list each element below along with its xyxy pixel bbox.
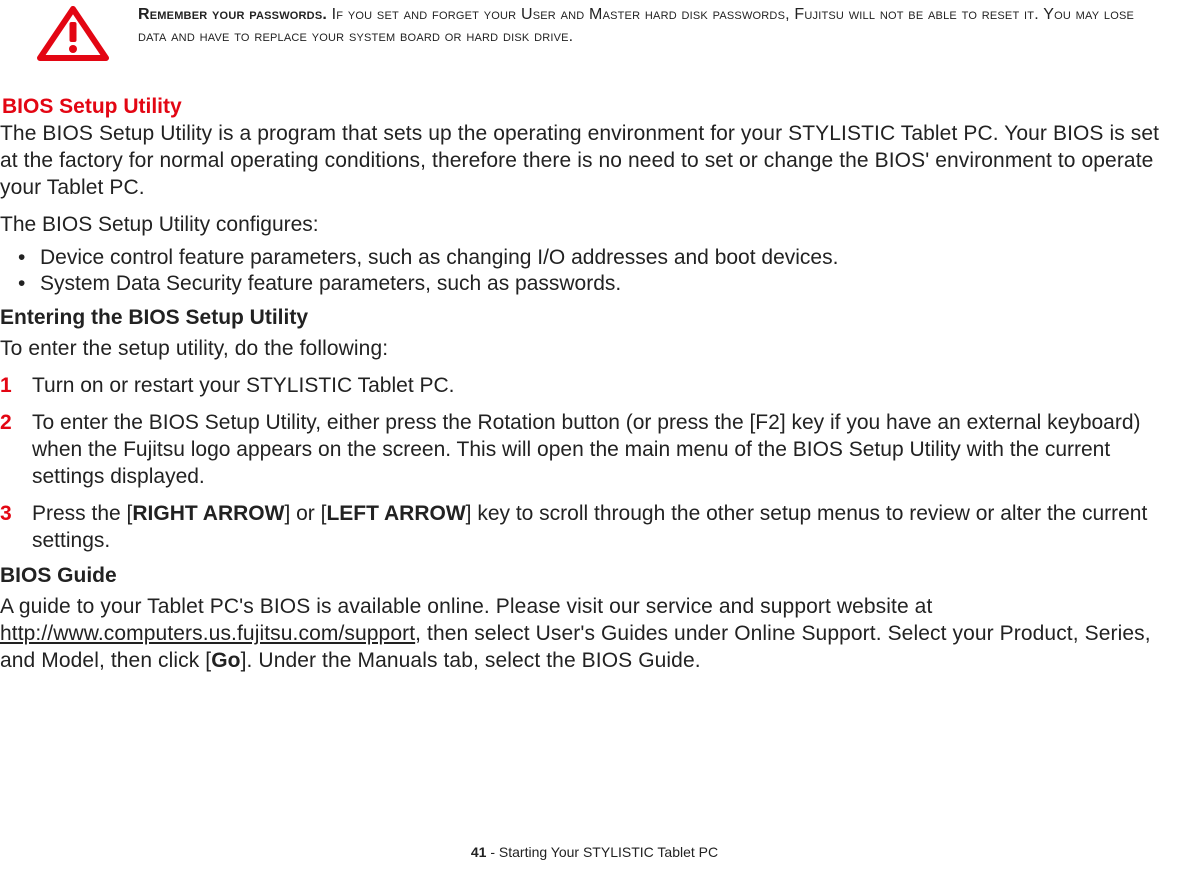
configures-intro: The BIOS Setup Utility configures:: [0, 212, 1179, 239]
footer-title: - Starting Your STYLISTIC Tablet PC: [486, 844, 718, 860]
step-number: 2: [0, 410, 24, 437]
warning-lead: Remember your passwords.: [138, 6, 327, 23]
guide-pre: A guide to your Tablet PC's BIOS is avai…: [0, 595, 932, 618]
steps-list: 1 Turn on or restart your STYLISTIC Tabl…: [0, 373, 1179, 554]
configures-list: Device control feature parameters, such …: [0, 245, 1179, 299]
page-number: 41: [471, 844, 487, 860]
intro-paragraph: The BIOS Setup Utility is a program that…: [0, 121, 1179, 202]
left-arrow-label: LEFT ARROW: [326, 502, 465, 525]
guide-post: ]. Under the Manuals tab, select the BIO…: [241, 649, 701, 672]
page-footer: 41 - Starting Your STYLISTIC Tablet PC: [0, 844, 1189, 860]
entering-intro: To enter the setup utility, do the follo…: [0, 336, 1179, 363]
go-label: Go: [211, 649, 240, 672]
warning-text: Remember your passwords. If you set and …: [138, 4, 1159, 47]
step-text: Turn on or restart your STYLISTIC Tablet…: [32, 374, 455, 397]
right-arrow-label: RIGHT ARROW: [132, 502, 284, 525]
step-number: 3: [0, 501, 24, 528]
bios-guide-paragraph: A guide to your Tablet PC's BIOS is avai…: [0, 594, 1179, 675]
step-item: 1 Turn on or restart your STYLISTIC Tabl…: [0, 373, 1179, 400]
page: Remember your passwords. If you set and …: [0, 0, 1189, 872]
subheading-entering-bios: Entering the BIOS Setup Utility: [0, 306, 1179, 330]
warning-icon: [36, 6, 110, 67]
step3-pre: Press the [: [32, 502, 132, 525]
step-text: Press the [RIGHT ARROW] or [LEFT ARROW] …: [32, 502, 1147, 552]
step-text: To enter the BIOS Setup Utility, either …: [32, 411, 1141, 488]
warning-box: Remember your passwords. If you set and …: [0, 0, 1179, 77]
list-item: System Data Security feature parameters,…: [40, 271, 1179, 298]
support-link[interactable]: http://www.computers.us.fujitsu.com/supp…: [0, 622, 415, 645]
list-item: Device control feature parameters, such …: [40, 245, 1179, 272]
section-title-bios-setup: BIOS Setup Utility: [0, 95, 1179, 119]
step-item: 3 Press the [RIGHT ARROW] or [LEFT ARROW…: [0, 501, 1179, 555]
step-item: 2 To enter the BIOS Setup Utility, eithe…: [0, 410, 1179, 491]
subheading-bios-guide: BIOS Guide: [0, 564, 1179, 588]
step-number: 1: [0, 373, 24, 400]
step3-mid: ] or [: [284, 502, 326, 525]
